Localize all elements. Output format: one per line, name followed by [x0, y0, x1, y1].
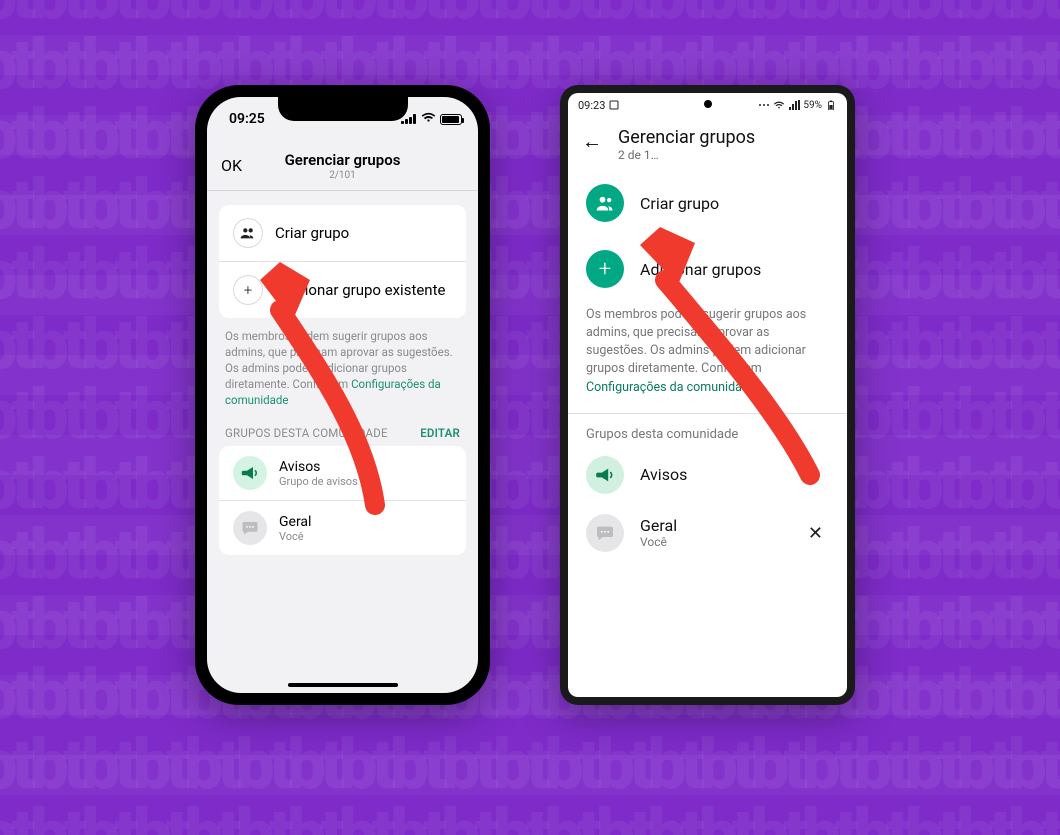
close-icon[interactable]: ✕ [802, 517, 829, 550]
group-icon [233, 218, 263, 248]
android-header: ← Gerenciar grupos 2 de 1… [568, 117, 847, 170]
section-title: Grupos desta comunidade [568, 413, 847, 446]
plus-icon: + [233, 275, 263, 305]
info-text: Os membros podem sugerir grupos aos admi… [219, 318, 466, 408]
groups-card: Avisos Grupo de avisos Geral Você [219, 446, 466, 555]
edit-button[interactable]: EDITAR [420, 426, 460, 440]
group-row-avisos[interactable]: Avisos Grupo de avisos [219, 446, 466, 500]
android-camera-punch [704, 100, 712, 108]
battery-percent: 59% [803, 100, 822, 111]
wifi-icon [773, 100, 785, 110]
create-group-row[interactable]: Criar grupo [568, 170, 847, 236]
section-title: GRUPOS DESTA COMUNIDADE [225, 426, 388, 440]
actions-card: Criar grupo + Adicionar grupo existente [219, 205, 466, 318]
chat-icon [586, 514, 624, 552]
group-sub: Você [279, 530, 311, 543]
section-header: GRUPOS DESTA COMUNIDADE EDITAR [219, 408, 466, 446]
group-sub: Grupo de avisos [279, 475, 358, 488]
signal-icon [788, 100, 800, 110]
background-glyph: tbtbtbtbtbtbtbtbtbtbtbtbtbtbtbtbtbtbtbtb… [0, 0, 1060, 835]
more-icon [758, 100, 770, 110]
battery-icon [440, 114, 462, 125]
megaphone-icon [233, 456, 267, 490]
add-groups-row[interactable]: + Adicionar grupos [568, 236, 847, 302]
iphone-screen: 09:25 OK Gerenciar grupos 2/101 [207, 97, 478, 693]
ios-status-time: 09:25 [229, 111, 265, 127]
group-row-geral[interactable]: Geral Você ✕ [568, 504, 847, 562]
wifi-icon [421, 111, 436, 127]
add-groups-label: Adicionar grupos [640, 260, 761, 279]
group-sub: Você [640, 535, 677, 549]
page-title: Gerenciar grupos [285, 151, 401, 169]
battery-icon [825, 100, 837, 110]
create-group-label: Criar grupo [275, 224, 349, 242]
notification-icon [609, 100, 619, 110]
create-group-row[interactable]: Criar grupo [219, 205, 466, 261]
group-name: Avisos [279, 459, 358, 475]
iphone-frame: 09:25 OK Gerenciar grupos 2/101 [195, 85, 490, 705]
back-button[interactable]: ← [582, 127, 602, 151]
android-status-time: 09:23 [578, 99, 605, 112]
group-row-geral[interactable]: Geral Você [219, 500, 466, 555]
iphone-home-indicator [288, 683, 398, 687]
background-pattern: tbtbtbtbtbtbtbtbtbtbtbtbtbtbtbtbtbtbtbtb… [0, 0, 1060, 795]
add-existing-group-row[interactable]: + Adicionar grupo existente [219, 261, 466, 318]
iphone-notch [278, 97, 408, 121]
page-title: Gerenciar grupos [618, 127, 755, 148]
community-settings-link[interactable]: Configurações da comunidade [586, 380, 756, 395]
info-text: Os membros podem sugerir grupos aos admi… [568, 302, 847, 409]
chat-icon [233, 511, 267, 545]
create-group-label: Criar grupo [640, 194, 719, 213]
group-name: Geral [640, 517, 677, 535]
plus-icon: + [586, 250, 624, 288]
group-icon [586, 184, 624, 222]
group-row-avisos[interactable]: Avisos [568, 446, 847, 504]
group-name: Avisos [640, 466, 687, 484]
ios-header: OK Gerenciar grupos 2/101 [207, 141, 478, 191]
ios-status-right [401, 111, 462, 127]
page-subtitle: 2 de 1… [618, 148, 755, 162]
android-screen: 09:23 59% ← Gerenciar grupos 2 de 1… Cr [568, 93, 847, 697]
page-subtitle: 2/101 [285, 170, 401, 181]
megaphone-icon [586, 456, 624, 494]
ok-button[interactable]: OK [221, 156, 242, 175]
group-name: Geral [279, 514, 311, 530]
android-frame: 09:23 59% ← Gerenciar grupos 2 de 1… Cr [560, 85, 855, 705]
add-existing-group-label: Adicionar grupo existente [275, 281, 445, 299]
